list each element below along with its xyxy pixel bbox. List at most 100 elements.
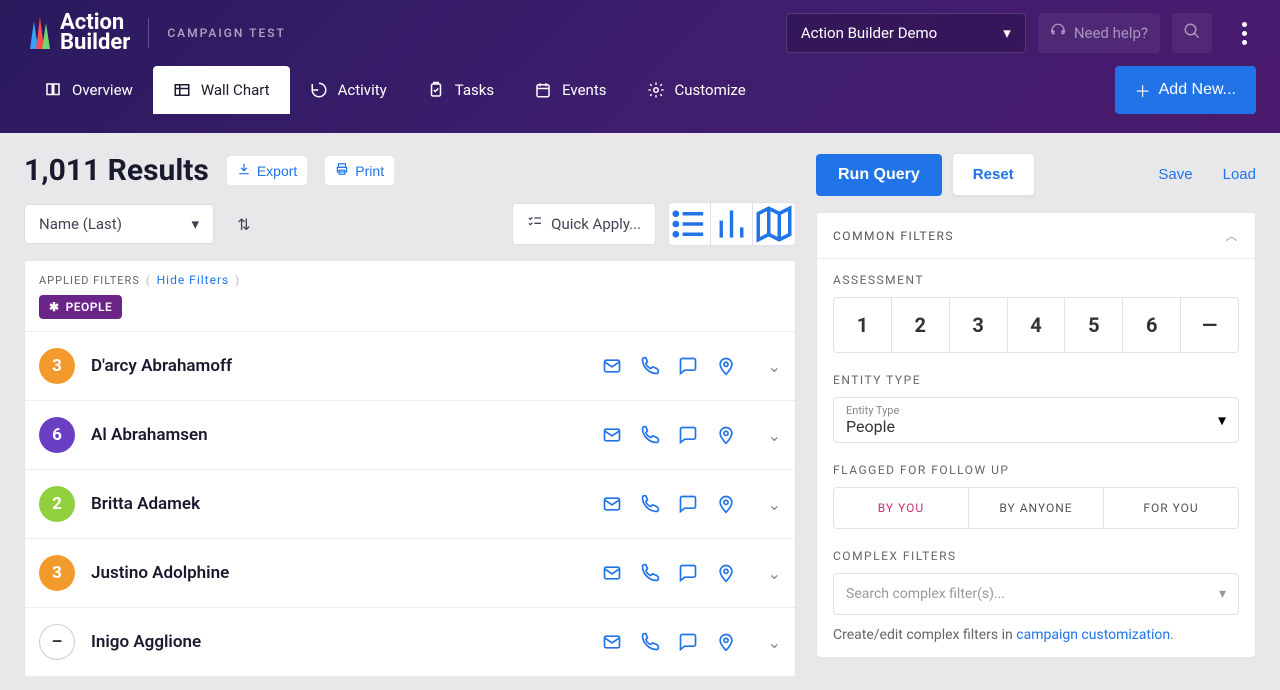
run-query-button[interactable]: Run Query: [816, 154, 942, 196]
location-icon[interactable]: [716, 425, 736, 445]
flagged-option[interactable]: BY YOU: [834, 488, 969, 528]
location-icon[interactable]: [716, 563, 736, 583]
caret-down-icon: ▾: [191, 215, 199, 233]
phone-icon[interactable]: [640, 494, 660, 514]
message-icon[interactable]: [678, 425, 698, 445]
campaign-label: CAMPAIGN TEST: [167, 26, 285, 40]
complex-filter-search[interactable]: Search complex filter(s)... ▾: [833, 573, 1239, 615]
assessment-label: ASSESSMENT: [833, 273, 1239, 287]
message-icon[interactable]: [678, 632, 698, 652]
person-row[interactable]: – Inigo Agglione ⌄: [25, 608, 795, 677]
assessment-level-4[interactable]: 4: [1008, 298, 1066, 352]
sort-icon: ⇅: [237, 215, 250, 234]
tab-activity[interactable]: Activity: [290, 66, 407, 114]
tab-wall-chart[interactable]: Wall Chart: [153, 66, 290, 114]
flagged-option[interactable]: BY ANYONE: [969, 488, 1104, 528]
message-icon[interactable]: [678, 494, 698, 514]
reset-button[interactable]: Reset: [952, 153, 1035, 196]
applied-filters-label: APPLIED FILTERS ( Hide Filters ): [39, 273, 781, 287]
email-icon[interactable]: [602, 563, 622, 583]
gear-icon: [647, 81, 665, 99]
search-button[interactable]: [1172, 13, 1212, 53]
help-button[interactable]: Need help?: [1038, 13, 1160, 53]
hide-filters-link[interactable]: Hide Filters: [157, 273, 230, 287]
filter-chip-people[interactable]: ✱ PEOPLE: [39, 295, 122, 319]
chevron-up-icon: ︿: [1225, 227, 1239, 244]
tab-customize[interactable]: Customize: [627, 66, 766, 114]
assessment-level-6[interactable]: 6: [1123, 298, 1181, 352]
person-row[interactable]: 6 Al Abrahamsen ⌄: [25, 401, 795, 470]
email-icon[interactable]: [602, 494, 622, 514]
email-icon[interactable]: [602, 356, 622, 376]
org-select[interactable]: Action Builder Demo ▾: [786, 13, 1026, 53]
chevron-down-icon[interactable]: ⌄: [768, 633, 781, 652]
assessment-level-1[interactable]: 1: [834, 298, 892, 352]
assessment-level-—[interactable]: —: [1181, 298, 1238, 352]
logo[interactable]: Action Builder: [24, 13, 130, 53]
assessment-level-2[interactable]: 2: [892, 298, 950, 352]
chevron-down-icon[interactable]: ⌄: [768, 357, 781, 376]
message-icon[interactable]: [678, 563, 698, 583]
print-button[interactable]: Print: [325, 156, 394, 185]
save-button[interactable]: Save: [1158, 166, 1192, 183]
assessment-badge: 3: [39, 348, 75, 384]
chevron-down-icon[interactable]: ⌄: [768, 426, 781, 445]
sort-direction-toggle[interactable]: ⇅: [226, 204, 262, 244]
location-icon[interactable]: [716, 356, 736, 376]
caret-down-icon: ▾: [1003, 24, 1011, 42]
location-icon[interactable]: [716, 632, 736, 652]
message-icon[interactable]: [678, 356, 698, 376]
view-list-button[interactable]: [669, 203, 711, 245]
complex-filters-label: COMPLEX FILTERS: [833, 549, 1239, 563]
view-map-button[interactable]: [753, 203, 795, 245]
tab-overview[interactable]: Overview: [24, 66, 153, 114]
plus-icon: ＋: [1135, 78, 1151, 102]
location-icon[interactable]: [716, 494, 736, 514]
person-row[interactable]: 2 Britta Adamek ⌄: [25, 470, 795, 539]
person-name: Britta Adamek: [91, 494, 586, 514]
assessment-level-3[interactable]: 3: [950, 298, 1008, 352]
caret-down-icon: ▾: [1218, 411, 1226, 430]
person-row[interactable]: 3 Justino Adolphine ⌄: [25, 539, 795, 608]
assessment-badge: –: [39, 624, 75, 660]
print-icon: [335, 162, 349, 179]
phone-icon[interactable]: [640, 425, 660, 445]
caret-down-icon: ▾: [1219, 586, 1226, 602]
search-icon: [1183, 22, 1201, 44]
kebab-menu[interactable]: [1232, 13, 1256, 53]
chevron-down-icon[interactable]: ⌄: [768, 564, 781, 583]
person-name: Al Abrahamsen: [91, 425, 586, 445]
clipboard-icon: [427, 81, 445, 99]
add-new-button[interactable]: ＋ Add New...: [1115, 66, 1256, 114]
flagged-option[interactable]: FOR YOU: [1104, 488, 1238, 528]
quick-apply-button[interactable]: Quick Apply...: [512, 203, 656, 245]
person-row[interactable]: 3 D'arcy Abrahamoff ⌄: [25, 332, 795, 401]
person-name: Justino Adolphine: [91, 563, 586, 583]
sort-select[interactable]: Name (Last) ▾: [24, 204, 214, 244]
entity-type-label: ENTITY TYPE: [833, 373, 1239, 387]
chevron-down-icon[interactable]: ⌄: [768, 495, 781, 514]
assessment-badge: 2: [39, 486, 75, 522]
email-icon[interactable]: [602, 425, 622, 445]
logo-icon: [24, 15, 52, 51]
campaign-customization-link[interactable]: campaign customization: [1016, 627, 1170, 643]
assessment-level-5[interactable]: 5: [1065, 298, 1123, 352]
phone-icon[interactable]: [640, 563, 660, 583]
tab-events[interactable]: Events: [514, 66, 626, 114]
entity-type-select[interactable]: Entity Type People ▾: [833, 397, 1239, 443]
logo-text: Action Builder: [60, 13, 130, 53]
view-chart-button[interactable]: [711, 203, 753, 245]
common-filters-header[interactable]: COMMON FILTERS ︿: [817, 213, 1255, 259]
person-name: D'arcy Abrahamoff: [91, 356, 586, 376]
assessment-badge: 3: [39, 555, 75, 591]
phone-icon[interactable]: [640, 632, 660, 652]
headset-icon: [1050, 23, 1066, 43]
divider: [148, 18, 149, 48]
assessment-badge: 6: [39, 417, 75, 453]
phone-icon[interactable]: [640, 356, 660, 376]
load-button[interactable]: Load: [1223, 166, 1256, 183]
email-icon[interactable]: [602, 632, 622, 652]
tab-tasks[interactable]: Tasks: [407, 66, 514, 114]
export-button[interactable]: Export: [227, 156, 307, 185]
results-count: 1,011 Results: [24, 153, 209, 188]
